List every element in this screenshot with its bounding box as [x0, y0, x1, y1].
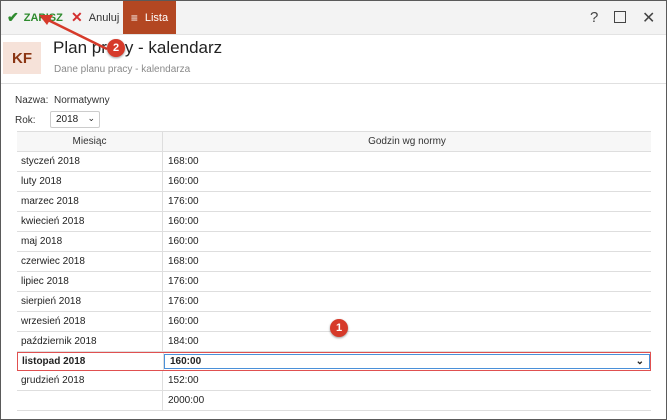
- step-marker-1: 1: [330, 319, 348, 337]
- annotation-arrow: [39, 15, 108, 51]
- step-marker-2: 2: [107, 39, 125, 57]
- app-window: ✔ ZAPISZ ✕ Anuluj ≡ Lista ? ✕ KF Plan pr…: [0, 0, 667, 420]
